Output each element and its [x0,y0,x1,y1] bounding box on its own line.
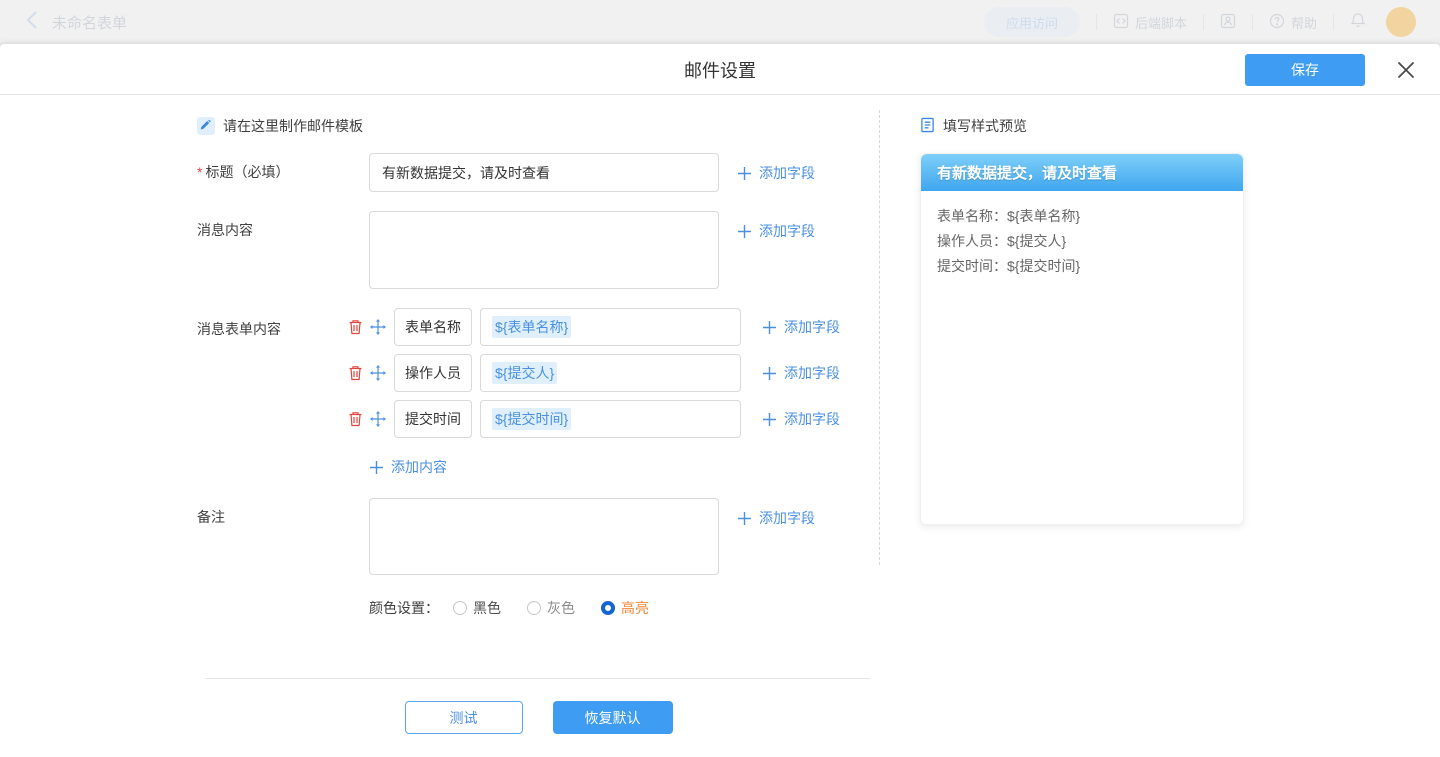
color-setting: 颜色设置： 黑色 灰色 高亮 [369,599,880,616]
move-icon[interactable] [370,365,386,381]
close-icon[interactable] [1396,60,1416,80]
add-field-link-row3[interactable]: 添加字段 [762,409,840,429]
radio-icon [453,601,467,615]
test-button[interactable]: 测试 [405,701,523,734]
template-hint: 请在这里制作邮件模板 [197,117,880,135]
modal-title: 邮件设置 [0,44,1440,95]
plus-icon [762,320,777,335]
field-value-input[interactable]: ${表单名称} [480,308,741,346]
field-token: ${提交人} [492,362,557,384]
color-setting-label: 颜色设置： [369,598,439,618]
preview-line: 提交时间：${提交时间} [937,254,1227,279]
email-template-form: 请在这里制作邮件模板 *标题（必填） 添加字段 消息内容 [197,95,880,734]
delete-icon[interactable] [347,411,363,427]
title-field-label: *标题（必填） [197,153,369,181]
field-value-input[interactable]: ${提交时间} [480,400,741,438]
move-icon[interactable] [370,319,386,335]
table-field-label: 消息表单内容 [197,308,347,339]
title-input[interactable] [369,153,719,192]
radio-option-black[interactable]: 黑色 [453,598,501,618]
divider [205,678,870,679]
field-token: ${提交时间} [492,408,571,430]
divider [1333,14,1334,30]
field-name-input[interactable] [394,308,472,346]
add-content-link[interactable]: 添加内容 [369,457,447,477]
notes-field-label: 备注 [197,498,369,526]
divider [1252,14,1253,30]
field-value-input[interactable]: ${提交人} [480,354,741,392]
preview-heading: 填写样式预览 [920,117,1244,135]
field-name-input[interactable] [394,400,472,438]
required-mark: * [197,164,202,180]
divider [1203,14,1204,30]
avatar[interactable] [1386,7,1416,37]
add-field-link-notes[interactable]: 添加字段 [737,508,815,528]
email-preview-card: 有新数据提交，请及时查看 表单名称：${表单名称} 操作人员：${提交人} 提交… [920,153,1244,525]
message-field-label: 消息内容 [197,211,369,239]
email-settings-modal: 邮件设置 保存 请在这里制作邮件模板 *标题（必填） [0,44,1440,757]
app-access-button[interactable]: 应用访问 [984,7,1080,37]
preview-card-title: 有新数据提交，请及时查看 [937,162,1117,183]
table-row: ${提交人} 添加字段 [347,354,840,392]
contacts-icon [1220,13,1236,32]
contacts-button[interactable] [1220,13,1236,32]
table-row: ${提交时间} 添加字段 [347,400,840,438]
form-title: 未命名表单 [52,12,127,33]
code-icon [1113,13,1129,32]
modal-header: 邮件设置 保存 [0,44,1440,95]
radio-icon [601,601,615,615]
radio-icon [527,601,541,615]
add-field-link-row1[interactable]: 添加字段 [762,317,840,337]
preview-card-header: 有新数据提交，请及时查看 [921,154,1243,191]
plus-icon [737,224,752,239]
field-name-input[interactable] [394,354,472,392]
divider [1096,14,1097,30]
document-icon [920,117,935,136]
preview-line: 操作人员：${提交人} [937,229,1227,254]
topbar: 未命名表单 应用访问 后端脚本 帮助 [0,0,1440,44]
plus-icon [737,166,752,181]
bell-icon [1350,12,1366,32]
notifications-button[interactable] [1350,12,1366,32]
section-divider [879,110,880,565]
pencil-icon [197,117,215,135]
radio-option-highlight[interactable]: 高亮 [601,598,649,618]
notes-textarea[interactable] [369,498,719,575]
preview-line: 表单名称：${表单名称} [937,204,1227,229]
back-chevron-icon[interactable] [26,11,38,34]
plus-icon [762,366,777,381]
plus-icon [737,511,752,526]
radio-option-gray[interactable]: 灰色 [527,598,575,618]
plus-icon [762,412,777,427]
restore-default-button[interactable]: 恢复默认 [553,701,673,734]
plus-icon [369,460,384,475]
help-icon [1269,13,1285,32]
add-field-link-row2[interactable]: 添加字段 [762,363,840,383]
preview-panel: 填写样式预览 有新数据提交，请及时查看 表单名称：${表单名称} 操作人员：${… [920,117,1244,525]
move-icon[interactable] [370,411,386,427]
save-button[interactable]: 保存 [1245,54,1365,86]
add-field-link-title[interactable]: 添加字段 [737,163,815,183]
delete-icon[interactable] [347,319,363,335]
delete-icon[interactable] [347,365,363,381]
help-button[interactable]: 帮助 [1269,13,1317,32]
table-row: ${表单名称} 添加字段 [347,308,840,346]
add-field-link-message[interactable]: 添加字段 [737,221,815,241]
field-token: ${表单名称} [492,316,571,338]
message-textarea[interactable] [369,211,719,289]
backend-script-button[interactable]: 后端脚本 [1113,13,1187,32]
